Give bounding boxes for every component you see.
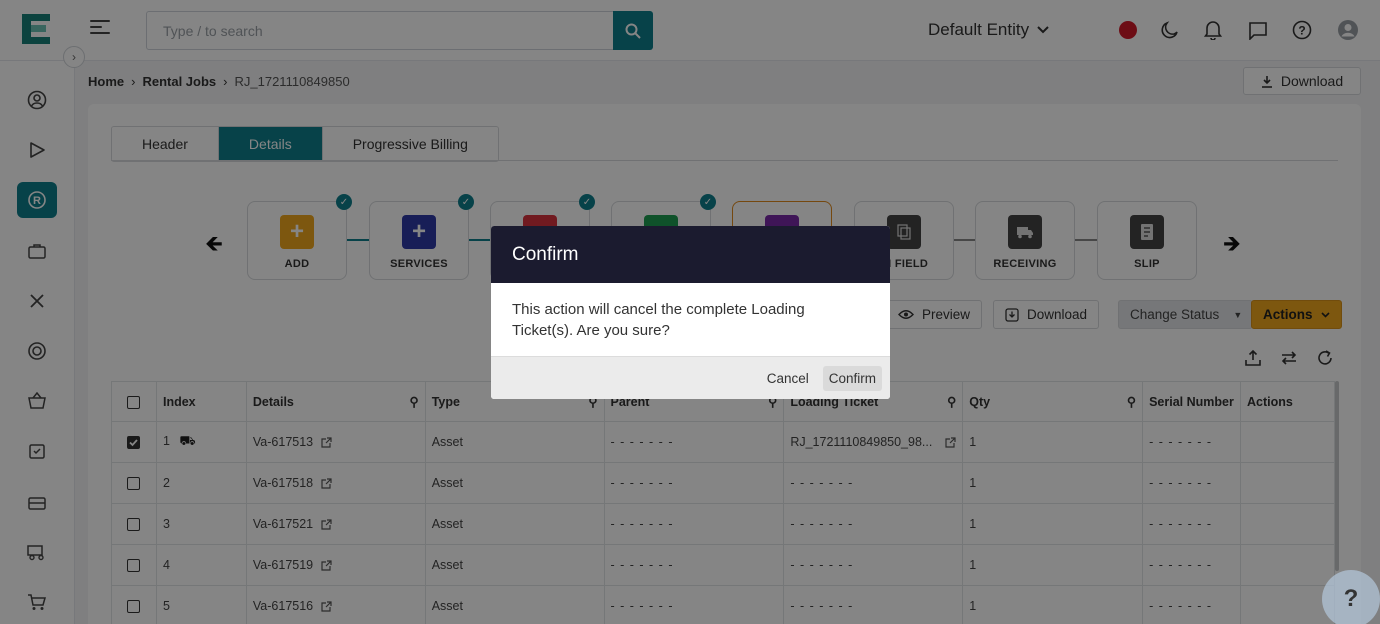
dialog-title: Confirm xyxy=(512,243,579,265)
dialog-header: Confirm xyxy=(491,226,890,283)
dialog-footer: Cancel Confirm xyxy=(491,356,890,399)
confirm-dialog: Confirm This action will cancel the comp… xyxy=(491,226,890,399)
cancel-button[interactable]: Cancel xyxy=(761,366,815,391)
help-button[interactable]: ? xyxy=(1322,570,1380,624)
confirm-button[interactable]: Confirm xyxy=(822,365,882,391)
dialog-message: This action will cancel the complete Loa… xyxy=(512,301,805,339)
